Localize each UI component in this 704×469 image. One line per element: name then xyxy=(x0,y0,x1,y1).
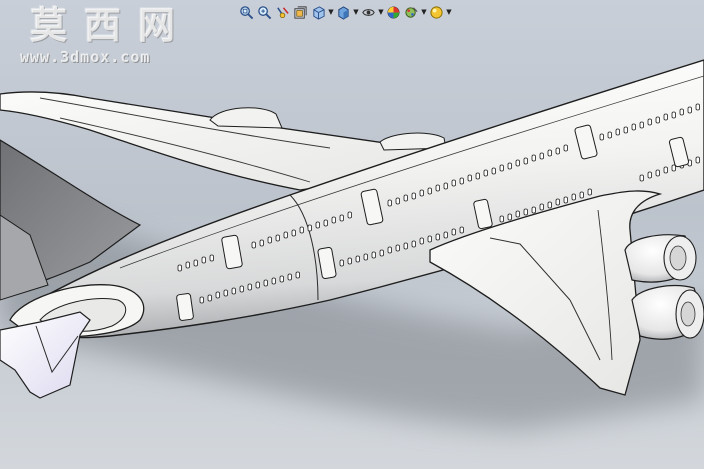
view-orientation-dropdown[interactable]: ▼ xyxy=(328,4,334,21)
edit-appearance-icon xyxy=(387,6,400,18)
apply-scene-icon xyxy=(405,6,418,18)
view-orientation-icon xyxy=(313,5,325,20)
section-view-button[interactable] xyxy=(292,4,309,21)
far-engine-nacelle-1 xyxy=(209,107,283,129)
aircraft-model-view[interactable] xyxy=(0,0,704,469)
near-engine-1 xyxy=(624,234,697,283)
zoom-to-fit-button[interactable] xyxy=(238,4,255,21)
view-orientation-button[interactable] xyxy=(310,4,327,21)
watermark-url: www.3dmox.com xyxy=(20,48,151,66)
edit-appearance-button[interactable] xyxy=(385,4,402,21)
heads-up-view-toolbar: ▼ ▼ ▼ ▼ ▼ xyxy=(238,3,452,21)
watermark: 莫西网 www.3dmox.com xyxy=(20,4,192,66)
view-settings-icon xyxy=(430,5,443,19)
display-style-icon xyxy=(338,5,349,20)
previous-view-button[interactable] xyxy=(274,4,291,21)
graphics-viewport[interactable]: 莫西网 www.3dmox.com ▼ ▼ ▼ ▼ ▼ xyxy=(0,0,704,469)
hide-show-items-dropdown[interactable]: ▼ xyxy=(378,4,384,21)
door-1 xyxy=(176,293,194,321)
apply-scene-dropdown[interactable]: ▼ xyxy=(421,4,427,21)
watermark-title: 莫西网 xyxy=(30,3,192,47)
display-style-dropdown[interactable]: ▼ xyxy=(353,4,359,21)
zoom-to-area-icon xyxy=(258,5,272,19)
hide-show-items-button[interactable] xyxy=(360,4,377,21)
display-style-button[interactable] xyxy=(335,4,352,21)
apply-scene-button[interactable] xyxy=(403,4,420,21)
near-engine-2 xyxy=(631,285,704,340)
view-settings-button[interactable] xyxy=(428,4,445,21)
section-view-icon xyxy=(294,5,307,19)
previous-view-icon xyxy=(277,6,289,18)
view-settings-dropdown[interactable]: ▼ xyxy=(446,4,452,21)
hide-show-items-icon xyxy=(362,8,375,16)
zoom-to-area-button[interactable] xyxy=(256,4,273,21)
zoom-to-fit-icon xyxy=(240,5,254,19)
